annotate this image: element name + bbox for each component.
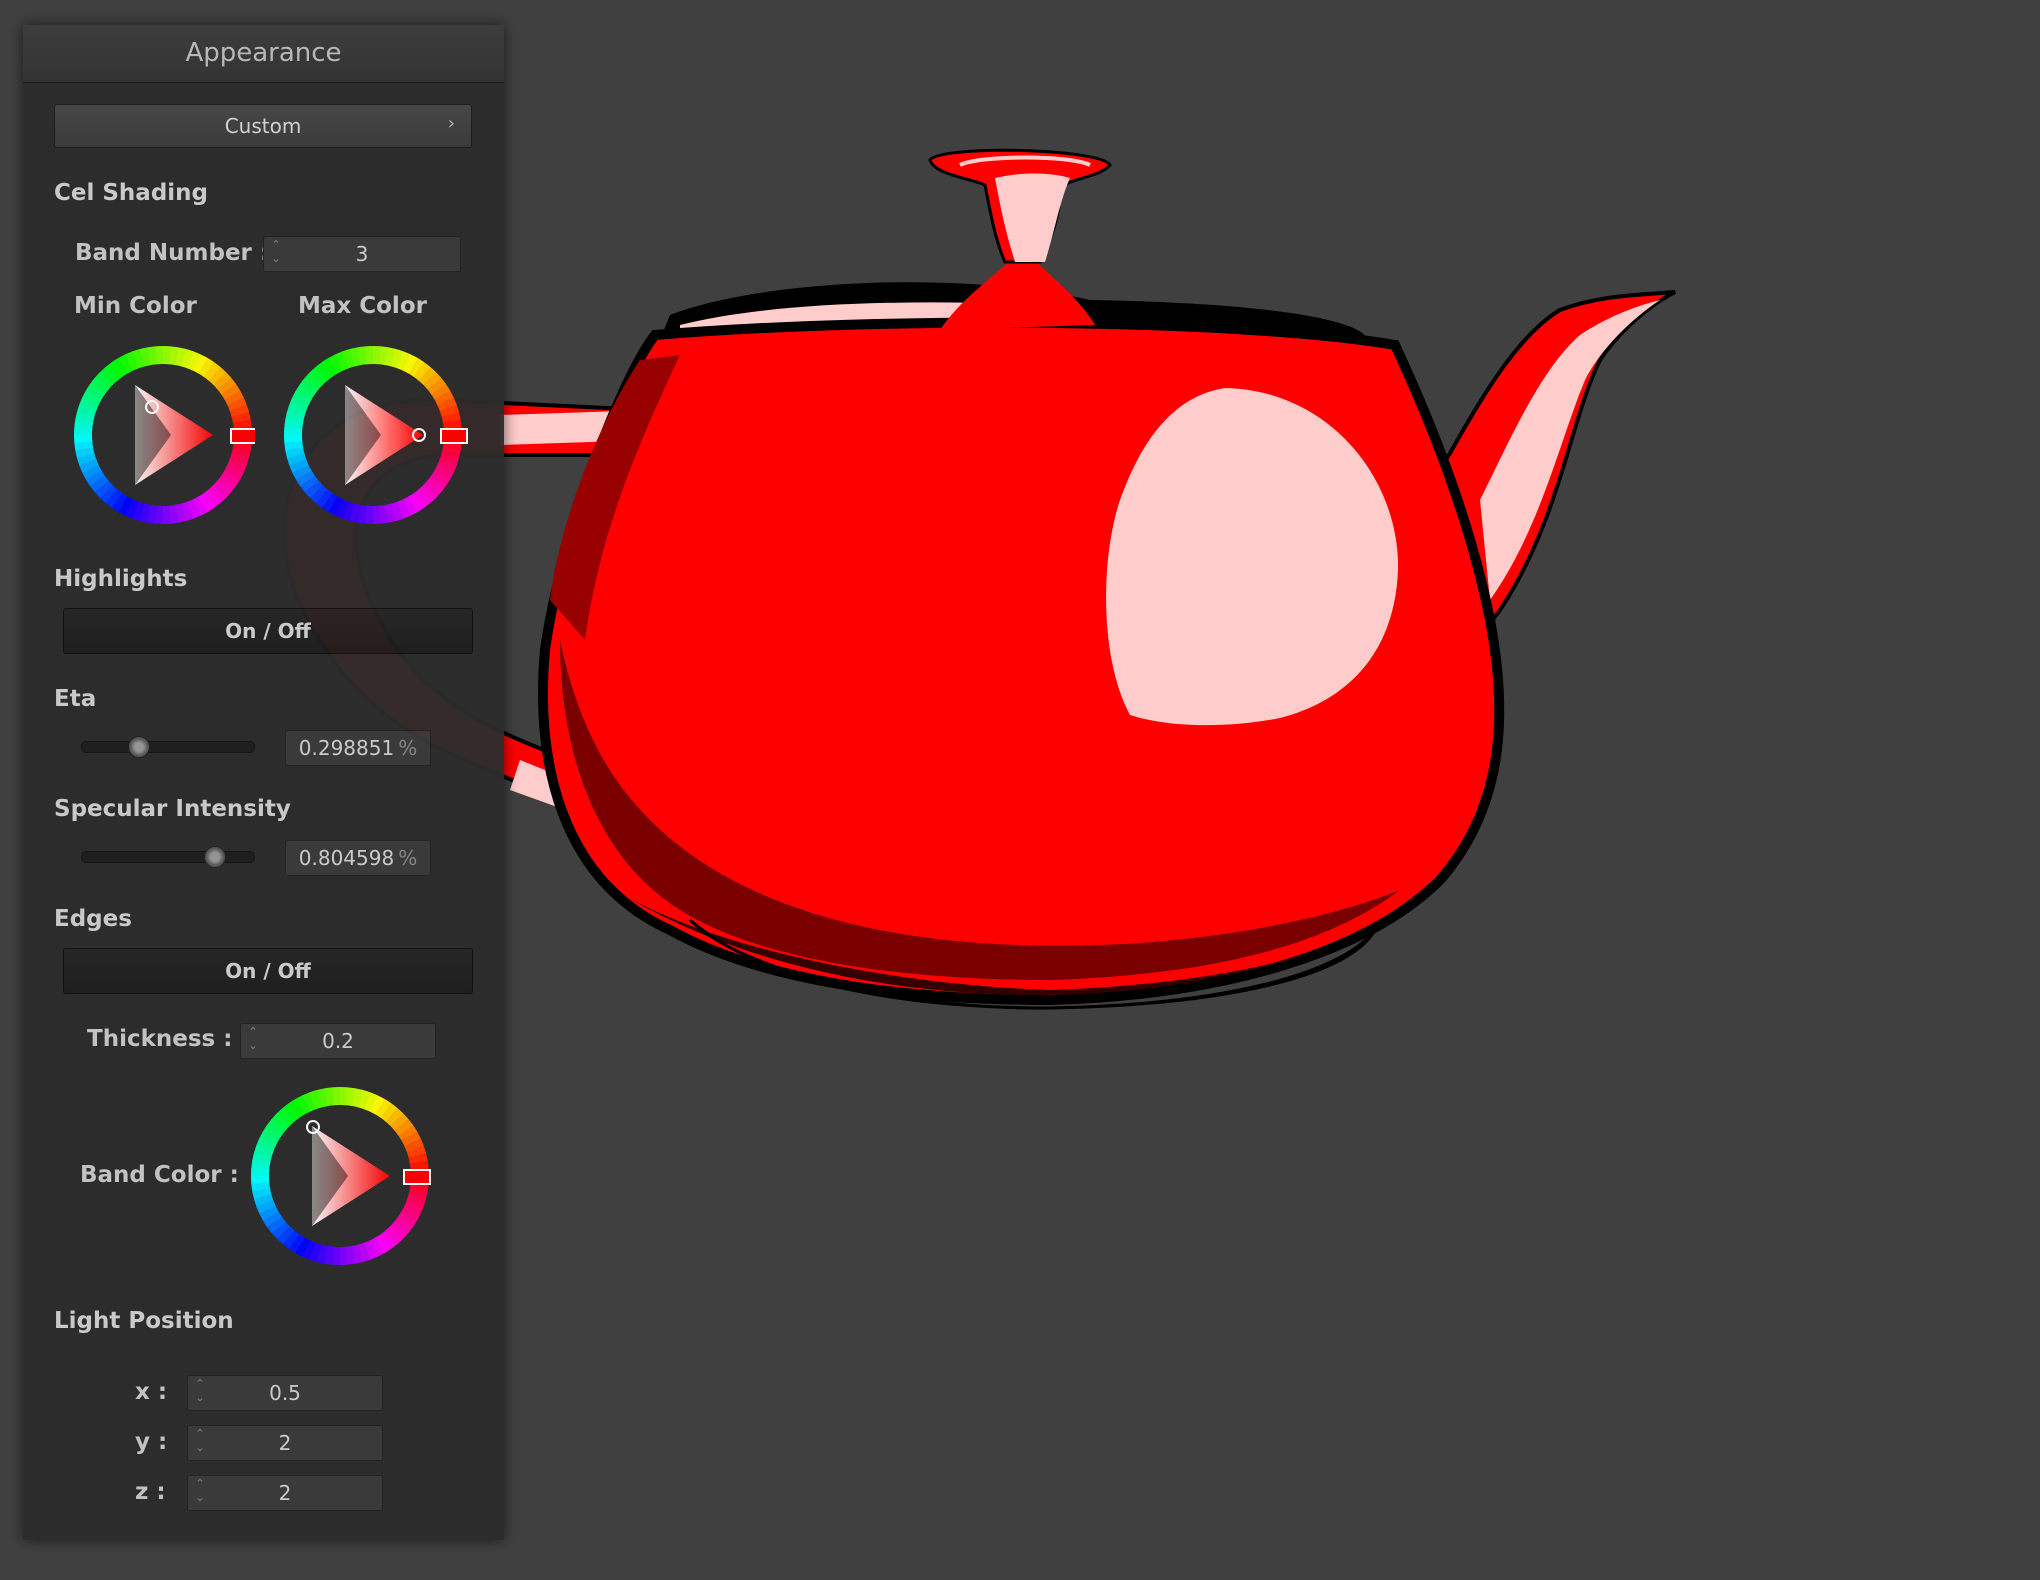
min-hue-handle[interactable] — [230, 428, 255, 444]
max-color-label: Max Color — [298, 293, 427, 319]
highlights-heading: Highlights — [54, 566, 188, 592]
eta-slider-knob[interactable] — [127, 736, 150, 758]
light-position-heading: Light Position — [54, 1308, 234, 1334]
band-color-label: Band Color : — [80, 1162, 239, 1188]
light-z-label: z : — [135, 1479, 166, 1505]
band-hue-handle[interactable] — [403, 1169, 431, 1185]
min-color-label: Min Color — [74, 293, 197, 319]
appearance-panel: Appearance Custom › Cel Shading Band Num… — [23, 25, 504, 1540]
panel-title: Appearance — [23, 25, 504, 83]
specular-intensity-slider-knob[interactable] — [203, 846, 226, 868]
specular-intensity-value: 0.804598 — [298, 846, 395, 870]
specular-intensity-value-field[interactable]: 0.804598% — [285, 840, 431, 876]
preset-label: Custom — [224, 114, 302, 138]
band-number-spinbox[interactable]: ⌃ ⌄ 3 — [263, 236, 461, 272]
light-x-value: 0.5 — [269, 1381, 301, 1405]
spin-arrows-icon[interactable]: ⌃ ⌄ — [194, 1427, 206, 1455]
max-color-wheel[interactable] — [281, 343, 471, 527]
spin-arrows-icon[interactable]: ⌃ ⌄ — [247, 1025, 259, 1053]
min-color-wheel[interactable] — [71, 343, 255, 527]
specular-intensity-unit: % — [398, 846, 418, 870]
eta-value: 0.298851 — [298, 736, 395, 760]
eta-heading: Eta — [54, 686, 97, 712]
preset-selector[interactable]: Custom › — [54, 104, 472, 148]
light-z-value: 2 — [278, 1481, 292, 1505]
edges-heading: Edges — [54, 906, 132, 932]
band-color-wheel[interactable] — [248, 1084, 438, 1268]
eta-value-field[interactable]: 0.298851% — [285, 730, 431, 766]
thickness-label: Thickness : — [87, 1026, 233, 1052]
light-x-spinbox[interactable]: ⌃ ⌄ 0.5 — [187, 1375, 383, 1411]
spin-arrows-icon[interactable]: ⌃ ⌄ — [270, 238, 282, 266]
eta-unit: % — [398, 736, 418, 760]
edges-toggle-button[interactable]: On / Off — [63, 948, 473, 994]
light-y-label: y : — [135, 1429, 168, 1455]
max-hue-handle[interactable] — [440, 428, 468, 444]
chevron-right-icon: › — [447, 113, 455, 134]
thickness-spinbox[interactable]: ⌃ ⌄ 0.2 — [240, 1023, 436, 1059]
specular-intensity-slider[interactable] — [81, 846, 255, 868]
specular-intensity-heading: Specular Intensity — [54, 796, 291, 822]
band-number-value: 3 — [355, 242, 369, 266]
highlights-toggle-button[interactable]: On / Off — [63, 608, 473, 654]
light-x-label: x : — [135, 1379, 168, 1405]
light-y-value: 2 — [278, 1431, 292, 1455]
spin-arrows-icon[interactable]: ⌃ ⌄ — [194, 1377, 206, 1405]
cel-shading-heading: Cel Shading — [54, 180, 209, 206]
light-y-spinbox[interactable]: ⌃ ⌄ 2 — [187, 1425, 383, 1461]
eta-slider[interactable] — [81, 736, 255, 758]
light-z-spinbox[interactable]: ⌃ ⌄ 2 — [187, 1475, 383, 1511]
spin-arrows-icon[interactable]: ⌃ ⌄ — [194, 1477, 206, 1505]
band-number-label: Band Number : — [75, 240, 270, 266]
thickness-value: 0.2 — [322, 1029, 354, 1053]
